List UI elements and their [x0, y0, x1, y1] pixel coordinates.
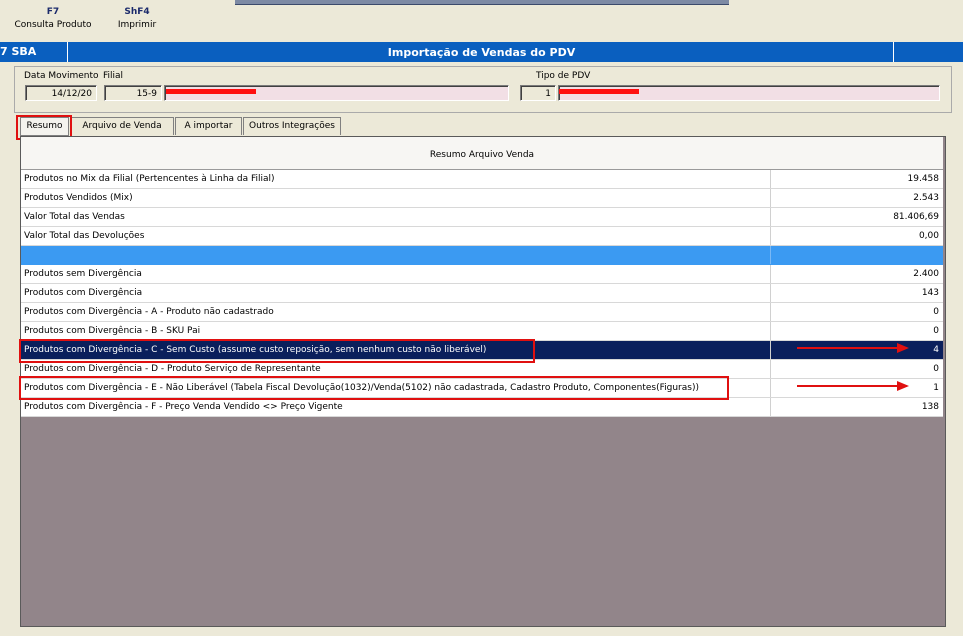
table-row[interactable]: Produtos com Divergência - A - Produto n…	[21, 303, 943, 322]
table-row[interactable]: Produtos sem Divergência 2.400	[21, 265, 943, 284]
table-row[interactable]: Produtos com Divergência - F - Preço Ven…	[21, 398, 943, 417]
imprimir-label: Imprimir	[117, 20, 157, 30]
data-movimento-field[interactable]: 14/12/20	[25, 85, 97, 101]
consulta-produto-shortcut: F7	[46, 7, 60, 17]
row-label: Produtos com Divergência - F - Preço Ven…	[21, 398, 771, 416]
table-row[interactable]: Produtos com Divergência - E - Não Liber…	[21, 379, 943, 398]
row-value: 143	[921, 288, 939, 298]
row-value: 0,00	[918, 231, 939, 241]
row-label: Produtos com Divergência - C - Sem Custo…	[21, 341, 771, 359]
tab-a-importar[interactable]: A importar	[175, 117, 242, 135]
window-title: Importação de Vendas do PDV	[387, 46, 576, 59]
imprimir-shortcut: ShF4	[124, 7, 150, 17]
tab-arquivo-de-venda[interactable]: Arquivo de Venda	[70, 117, 174, 135]
row-label: Produtos Vendidos (Mix)	[21, 189, 771, 207]
row-label	[21, 246, 771, 264]
row-value: 2.543	[913, 193, 939, 203]
toolbar: F7 Consulta Produto ShF4 Imprimir	[0, 0, 963, 40]
row-label: Produtos com Divergência - D - Produto S…	[21, 360, 771, 378]
row-value: 0	[933, 326, 939, 336]
window-titlebar: 7 SBA Importação de Vendas do PDV	[0, 42, 963, 62]
row-label: Valor Total das Devoluções	[21, 227, 771, 245]
row-label: Produtos com Divergência - B - SKU Pai	[21, 322, 771, 340]
tipo-pdv-label: Tipo de PDV	[536, 71, 591, 81]
redaction-mark	[166, 89, 256, 94]
row-value: 0	[933, 364, 939, 374]
row-value	[771, 246, 941, 264]
table-row[interactable]: Produtos no Mix da Filial (Pertencentes …	[21, 170, 943, 189]
row-label: Valor Total das Vendas	[21, 208, 771, 226]
row-value: 81.406,69	[893, 212, 939, 222]
tipo-pdv-code-field[interactable]: 1	[520, 85, 556, 101]
data-movimento-label: Data Movimento	[24, 71, 99, 81]
table-row[interactable]: Produtos com Divergência - B - SKU Pai 0	[21, 322, 943, 341]
table-row-separator[interactable]	[21, 246, 943, 265]
filial-label: Filial	[103, 71, 124, 81]
imprimir-button[interactable]: ShF4 Imprimir	[117, 6, 157, 32]
table-row[interactable]: Produtos com Divergência - D - Produto S…	[21, 360, 943, 379]
filial-code-field[interactable]: 15-9	[104, 85, 162, 101]
annotation-arrow-icon	[797, 381, 909, 391]
table-row[interactable]: Valor Total das Devoluções 0,00	[21, 227, 943, 246]
table-row[interactable]: Produtos com Divergência 143	[21, 284, 943, 303]
row-value: 0	[933, 307, 939, 317]
row-value: 1	[933, 383, 939, 393]
consulta-produto-button[interactable]: F7 Consulta Produto	[14, 6, 92, 32]
table-row-selected[interactable]: Produtos com Divergência - C - Sem Custo…	[21, 341, 943, 360]
tab-resumo[interactable]: Resumo	[20, 117, 69, 136]
consulta-produto-label: Consulta Produto	[14, 20, 92, 30]
row-value: 138	[921, 402, 939, 412]
row-label: Produtos sem Divergência	[21, 265, 771, 283]
row-label: Produtos no Mix da Filial (Pertencentes …	[21, 170, 771, 188]
row-label: Produtos com Divergência - E - Não Liber…	[21, 379, 771, 397]
row-value: 4	[933, 345, 939, 355]
tab-outros-integracoes[interactable]: Outros Integrações	[243, 117, 341, 135]
table-row[interactable]: Valor Total das Vendas 81.406,69	[21, 208, 943, 227]
titlebar-divider	[893, 42, 894, 62]
filter-panel: Data Movimento Filial Tipo de PDV 14/12/…	[14, 66, 952, 113]
table-row[interactable]: Produtos Vendidos (Mix) 2.543	[21, 189, 943, 208]
window-frame-fragment	[235, 0, 729, 5]
row-value: 2.400	[913, 269, 939, 279]
redaction-mark	[559, 89, 639, 94]
row-label: Produtos com Divergência - A - Produto n…	[21, 303, 771, 321]
resumo-grid: Resumo Arquivo Venda Produtos no Mix da …	[20, 136, 946, 627]
row-label: Produtos com Divergência	[21, 284, 771, 302]
annotation-arrow-icon	[797, 343, 909, 353]
row-value: 19.458	[907, 174, 940, 184]
grid-header: Resumo Arquivo Venda	[21, 137, 943, 170]
